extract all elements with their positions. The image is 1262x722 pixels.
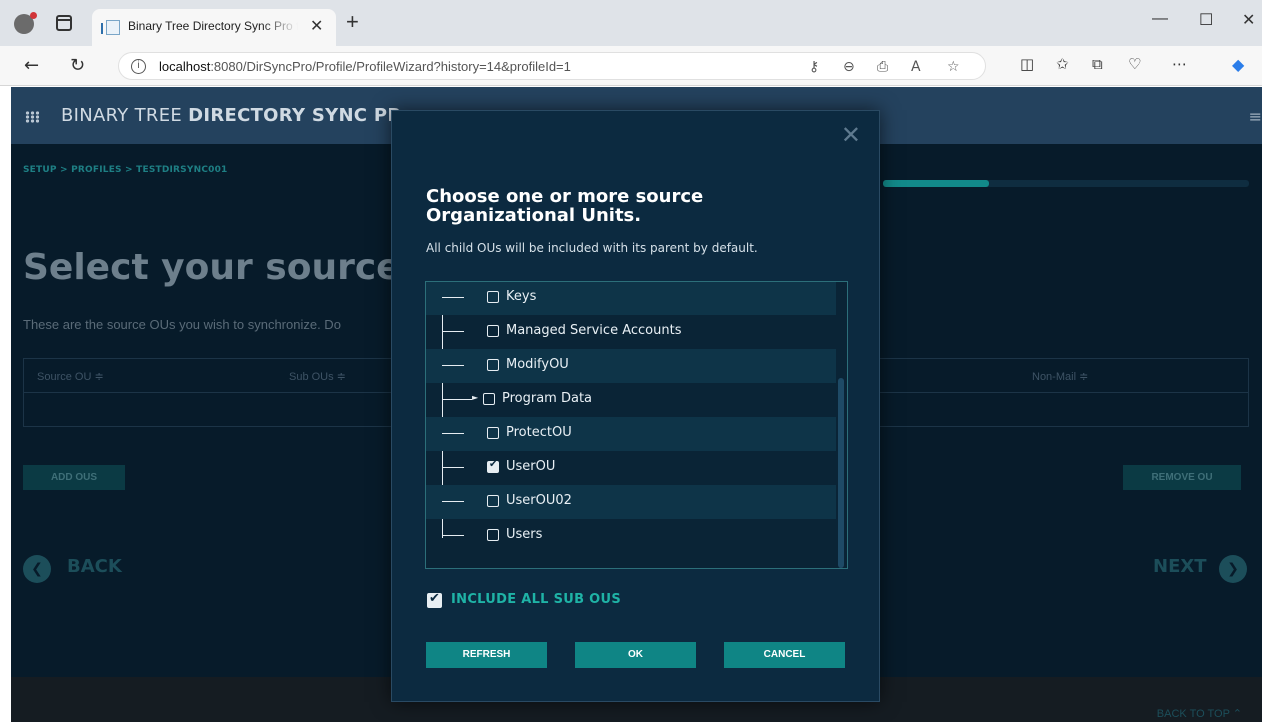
back-button[interactable]: BACK [67,556,122,577]
back-to-top-link[interactable]: BACK TO TOP ⌃ [1157,707,1242,720]
back-arrow-icon[interactable]: ← [24,55,39,76]
info-icon[interactable]: i [131,59,146,74]
close-icon[interactable]: ✕ [841,121,861,149]
maximize-button[interactable]: ☐ [1199,10,1213,30]
browser-tab[interactable]: Binary Tree Directory Sync Pro fo ✕ [92,9,336,46]
app-title: BINARY TREE DIRECTORY SYNC PR [61,105,402,126]
tree-item-label[interactable]: Managed Service Accounts [506,323,681,338]
collections-icon[interactable]: ⧉ [1092,55,1103,73]
new-tab-button[interactable]: + [346,11,359,33]
modal-subtitle: All child OUs will be included with its … [426,241,758,255]
url-text: localhost:8080/DirSyncPro/Profile/Profil… [159,59,571,74]
split-screen-icon[interactable]: ◫ [1020,55,1034,73]
tree-item[interactable]: Users [426,519,836,553]
breadcrumb[interactable]: SETUP > PROFILES > TESTDIRSYNC001 [23,165,228,175]
tree-scrollbar-thumb[interactable] [838,378,844,568]
page-description: These are the source OUs you wish to syn… [23,317,341,332]
cancel-button[interactable]: CANCEL [724,642,845,668]
url-host: localhost [159,59,211,74]
include-sub-ous-label[interactable]: INCLUDE ALL SUB OUS [451,592,621,607]
tab-actions-icon[interactable] [56,15,72,31]
app-title-regular: BINARY TREE [61,105,189,126]
tree-branch-line [442,331,464,332]
next-arrow-circle-icon[interactable]: ❯ [1219,555,1247,583]
tree-item[interactable]: UserOU02 [426,485,836,519]
app-title-bold: DIRECTORY SYNC PR [188,105,402,126]
favorites-icon[interactable]: ✩ [1056,55,1069,73]
next-button[interactable]: NEXT [1153,556,1207,577]
tree-branch-line [442,535,464,536]
tree-item-checkbox[interactable] [487,495,499,507]
tree-branch-line [442,467,464,468]
tree-item[interactable]: Managed Service Accounts [426,315,836,349]
zoom-icon[interactable]: ⊖ [843,59,855,75]
tab-close-icon[interactable]: ✕ [310,16,323,36]
tree-item-label[interactable]: Users [506,527,542,542]
tree-item-label[interactable]: UserOU [506,459,555,474]
choose-ou-modal: ✕ Choose one or more source Organization… [391,110,880,702]
page-favicon-icon [101,20,120,35]
tree-item-label[interactable]: Keys [506,289,536,304]
tree-item-label[interactable]: Program Data [502,391,592,406]
share-icon[interactable]: ⎙ [877,59,888,75]
tree-item-checkbox[interactable] [487,427,499,439]
remove-ou-button[interactable]: REMOVE OU [1123,465,1241,490]
refresh-button[interactable]: REFRESH [426,642,547,668]
favorite-icon[interactable]: ☆ [947,59,960,75]
tree-item-label[interactable]: UserOU02 [506,493,572,508]
tree-item-label[interactable]: ProtectOU [506,425,572,440]
tree-item-label[interactable]: ModifyOU [506,357,569,372]
tree-item[interactable]: ProtectOU [426,417,836,451]
tree-item-checkbox[interactable] [487,359,499,371]
column-header-non-mail[interactable]: Non-Mail ≑ [1032,370,1088,383]
copilot-icon[interactable]: ◆ [1232,55,1244,74]
wizard-progress-fill [883,180,990,187]
modal-title: Choose one or more source Organizational… [426,186,704,226]
tree-branch-line [442,501,464,502]
ou-tree-panel[interactable]: Keys Managed Service Accounts ModifyOU ► Pro… [425,281,848,569]
url-input[interactable]: i localhost:8080/DirSyncPro/Profile/Prof… [118,52,986,80]
wizard-progress-bar [883,180,1249,187]
ok-button[interactable]: OK [575,642,696,668]
tree-item-checkbox[interactable] [487,291,499,303]
key-icon[interactable]: ⚷ [809,59,819,75]
minimize-button[interactable]: — [1152,10,1168,28]
tree-item-checkbox[interactable] [483,393,495,405]
refresh-icon[interactable]: ↻ [70,55,85,76]
column-header-source-ou[interactable]: Source OU ≑ [37,370,104,383]
column-header-sub-ous[interactable]: Sub OUs ≑ [289,370,346,383]
page-title: Select your source [23,247,401,288]
browser-tab-bar: Binary Tree Directory Sync Pro fo ✕ + — … [0,0,1262,46]
more-icon[interactable]: ⋯ [1172,55,1187,73]
include-sub-ous-checkbox[interactable] [427,591,442,608]
health-icon[interactable]: ♡ [1128,55,1141,73]
read-aloud-icon[interactable]: A [911,59,921,75]
tree-item-checkbox[interactable] [487,325,499,337]
url-path: :8080/DirSyncPro/Profile/ProfileWizard?h… [210,59,571,74]
hamburger-menu-icon[interactable]: ≡ [1249,107,1262,126]
tree-item[interactable]: ModifyOU [426,349,836,383]
app-grid-icon[interactable] [25,111,39,123]
expand-arrow-icon[interactable]: ► [472,393,478,402]
tree-item[interactable]: Keys [426,282,836,315]
tree-branch-line [442,297,464,298]
tab-title-fade [262,17,298,37]
close-window-button[interactable]: ✕ [1242,10,1255,30]
address-bar-row: ← ↻ i localhost:8080/DirSyncPro/Profile/… [0,46,1262,86]
tree-branch-line [442,365,464,366]
tree-branch-line [442,399,472,400]
profile-avatar-icon[interactable] [14,12,37,34]
tree-item[interactable]: UserOU [426,451,836,485]
tree-branch-line [442,433,464,434]
tree-item[interactable]: ► Program Data [426,383,836,417]
back-arrow-circle-icon[interactable]: ❮ [23,555,51,583]
tree-item-checkbox[interactable] [487,529,499,541]
add-ous-button[interactable]: ADD OUS [23,465,125,490]
tree-item-checkbox[interactable] [487,459,499,473]
